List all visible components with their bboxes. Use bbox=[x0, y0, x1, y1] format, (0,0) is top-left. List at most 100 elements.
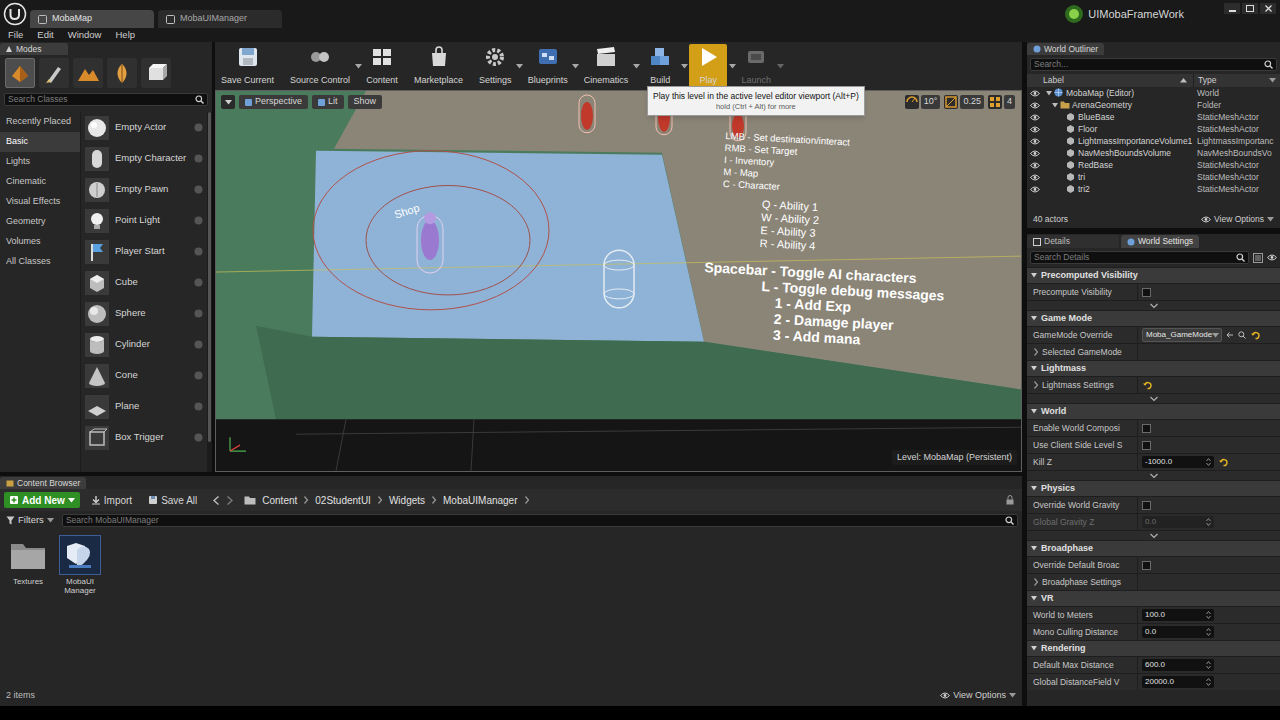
document-tab[interactable]: MobaMap bbox=[30, 10, 154, 28]
document-tab[interactable]: MobaUIManager bbox=[158, 10, 282, 28]
details-section-header[interactable]: Physics bbox=[1027, 480, 1280, 496]
menu-item[interactable]: Window bbox=[68, 28, 102, 42]
category-item[interactable]: Geometry bbox=[0, 212, 80, 232]
details-tab[interactable]: Details bbox=[1027, 235, 1119, 248]
class-item[interactable]: Sphere bbox=[81, 298, 207, 329]
toolbar-button[interactable]: Marketplace bbox=[411, 44, 466, 88]
reset-slot[interactable] bbox=[1142, 380, 1152, 390]
category-item[interactable]: Basic bbox=[0, 132, 80, 152]
visibility-toggle[interactable] bbox=[1027, 102, 1043, 109]
category-item[interactable]: Volumes bbox=[0, 232, 80, 252]
content-browser-button[interactable]: Save All bbox=[143, 492, 202, 508]
number-field[interactable]: 20000.0 bbox=[1142, 676, 1214, 688]
reset-slot[interactable] bbox=[1250, 330, 1260, 340]
breadcrumb-item[interactable]: Content bbox=[262, 493, 297, 508]
search-input[interactable] bbox=[8, 93, 192, 106]
advanced-toggle[interactable] bbox=[1027, 470, 1280, 480]
breadcrumb-item[interactable]: MobaUIManager bbox=[443, 493, 517, 508]
snap-value[interactable]: 4 bbox=[1004, 95, 1015, 109]
outliner-row[interactable]: RedBaseStaticMeshActor bbox=[1027, 159, 1280, 171]
label-column-header[interactable]: Label bbox=[1043, 74, 1193, 87]
advanced-toggle[interactable] bbox=[1027, 393, 1280, 403]
asset-tile[interactable]: Textures bbox=[6, 535, 50, 595]
number-field[interactable]: -1000.0 bbox=[1142, 456, 1214, 468]
mode-tool-button[interactable] bbox=[141, 58, 171, 88]
scrollbar-thumb[interactable] bbox=[208, 112, 211, 442]
content-browser-button[interactable]: Add New bbox=[4, 492, 80, 508]
section-toggle[interactable] bbox=[1030, 486, 1038, 491]
snap-toggle[interactable] bbox=[944, 95, 958, 109]
minimize-button[interactable] bbox=[1224, 3, 1240, 14]
asset-tile[interactable]: MobaUI Manager bbox=[58, 535, 102, 595]
type-column-header[interactable]: Type bbox=[1193, 74, 1280, 87]
class-item[interactable]: Cone bbox=[81, 360, 207, 391]
toolbar-dropdown-slot[interactable] bbox=[775, 44, 785, 88]
view-options-button[interactable]: View Options bbox=[1201, 213, 1274, 226]
class-item[interactable]: Plane bbox=[81, 391, 207, 422]
toolbar-dropdown-slot[interactable] bbox=[571, 44, 581, 88]
visibility-toggle[interactable] bbox=[1027, 114, 1043, 121]
search-input[interactable] bbox=[1034, 58, 1261, 71]
breadcrumb-item[interactable]: 02StudentUI bbox=[315, 493, 371, 508]
content-browser-tab[interactable]: Content Browser bbox=[0, 477, 86, 489]
details-tab[interactable]: World Settings bbox=[1121, 235, 1199, 248]
number-field[interactable]: 600.0 bbox=[1142, 659, 1214, 671]
category-item[interactable]: Visual Effects bbox=[0, 192, 80, 212]
section-toggle[interactable] bbox=[1030, 596, 1038, 601]
category-item[interactable]: Lights bbox=[0, 152, 80, 172]
mode-tool-button[interactable] bbox=[39, 58, 69, 88]
maximize-button[interactable] bbox=[1242, 3, 1258, 14]
number-field[interactable]: 0.0 bbox=[1142, 626, 1214, 638]
modes-tab[interactable]: Modes bbox=[0, 43, 68, 55]
viewport[interactable]: ShopLMB - Set destination/interactRMB - … bbox=[215, 90, 1022, 472]
toolbar-button[interactable]: Save Current bbox=[218, 44, 277, 88]
mode-tool-button[interactable] bbox=[5, 58, 35, 88]
toolbar-button[interactable]: Blueprints bbox=[525, 44, 571, 88]
section-toggle[interactable] bbox=[1030, 409, 1038, 414]
section-toggle[interactable] bbox=[1030, 366, 1038, 371]
advanced-toggle[interactable] bbox=[1027, 300, 1280, 310]
section-toggle[interactable] bbox=[1030, 273, 1038, 278]
details-section-header[interactable]: Game Mode bbox=[1027, 310, 1280, 326]
toolbar-dropdown-slot[interactable] bbox=[727, 44, 737, 88]
scrollbar[interactable] bbox=[207, 112, 212, 472]
category-item[interactable]: All Classes bbox=[0, 252, 80, 272]
outliner-row[interactable]: LightmassImportanceVolume1LightmassImpor… bbox=[1027, 135, 1280, 147]
outliner-row[interactable]: NavMeshBoundsVolumeNavMeshBoundsVo bbox=[1027, 147, 1280, 159]
reset-slot[interactable] bbox=[1218, 457, 1228, 467]
class-item[interactable]: Box Trigger bbox=[81, 422, 207, 453]
toolbar-button[interactable]: Launch bbox=[737, 44, 775, 88]
toolbar-button[interactable]: Play bbox=[689, 44, 727, 88]
advanced-toggle[interactable] bbox=[1027, 530, 1280, 540]
visibility-toggle[interactable] bbox=[1027, 186, 1043, 193]
visibility-toggle[interactable] bbox=[1027, 90, 1043, 97]
visibility-toggle[interactable] bbox=[1027, 150, 1043, 157]
snap-value[interactable]: 10° bbox=[921, 95, 941, 109]
property-checkbox[interactable] bbox=[1142, 288, 1151, 297]
content-browser-button[interactable]: Import bbox=[86, 492, 137, 508]
snap-value[interactable]: 0.25 bbox=[960, 95, 984, 109]
search-input[interactable] bbox=[1034, 251, 1233, 264]
menu-item[interactable]: Edit bbox=[37, 28, 53, 42]
toolbar-button[interactable]: Content bbox=[363, 44, 401, 88]
viewport-button[interactable]: Show bbox=[348, 95, 383, 109]
section-toggle[interactable] bbox=[1030, 316, 1038, 321]
outliner-tab[interactable]: World Outliner bbox=[1027, 43, 1104, 55]
property-checkbox[interactable] bbox=[1142, 424, 1151, 433]
category-item[interactable]: Cinematic bbox=[0, 172, 80, 192]
class-item[interactable]: Player Start bbox=[81, 236, 207, 267]
menu-item[interactable]: File bbox=[8, 28, 23, 42]
section-toggle[interactable] bbox=[1030, 646, 1038, 651]
visibility-toggle[interactable] bbox=[1027, 138, 1043, 145]
menu-item[interactable]: Help bbox=[115, 28, 135, 42]
outliner-row[interactable]: BlueBaseStaticMeshActor bbox=[1027, 111, 1280, 123]
mode-tool-button[interactable] bbox=[73, 58, 103, 88]
class-item[interactable]: Cube bbox=[81, 267, 207, 298]
class-item[interactable]: Empty Pawn bbox=[81, 174, 207, 205]
breadcrumb-item[interactable]: Widgets bbox=[389, 493, 425, 508]
view-options-button[interactable]: View Options bbox=[940, 689, 1016, 703]
class-item[interactable]: Cylinder bbox=[81, 329, 207, 360]
snap-toggle[interactable] bbox=[988, 95, 1002, 109]
class-item[interactable]: Empty Actor bbox=[81, 112, 207, 143]
details-section-header[interactable]: World bbox=[1027, 403, 1280, 419]
